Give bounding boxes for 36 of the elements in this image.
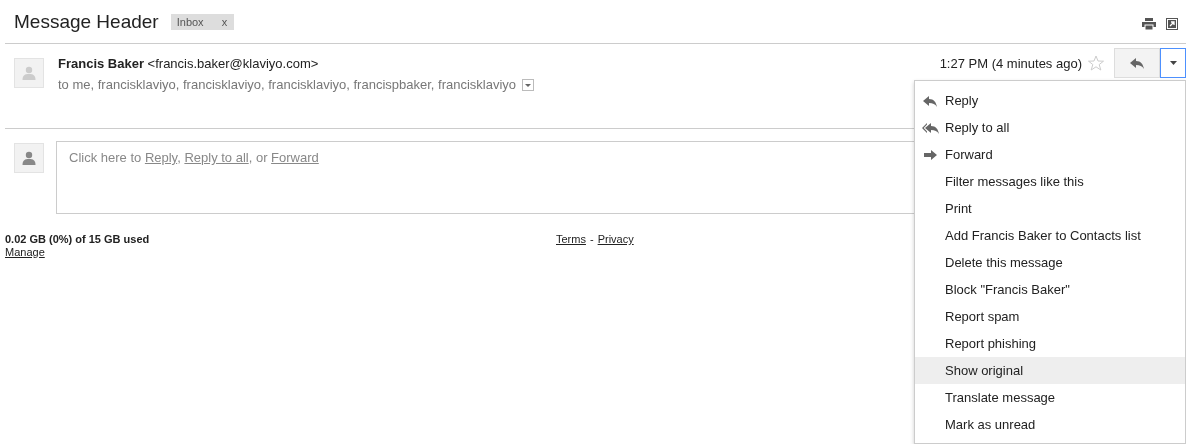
menu-item[interactable]: Mark as unread <box>915 411 1185 438</box>
more-options-button[interactable] <box>1160 48 1186 78</box>
menu-item[interactable]: Report spam <box>915 303 1185 330</box>
separator-text: - <box>589 233 594 247</box>
reply-link[interactable]: Forward <box>271 150 319 165</box>
menu-item[interactable]: Translate message <box>915 384 1185 411</box>
print-icon[interactable] <box>1142 17 1156 30</box>
terms-link[interactable]: Terms <box>556 233 586 259</box>
page-title: Message Header <box>14 10 159 33</box>
menu-item[interactable]: Show original <box>915 357 1185 384</box>
reply-icon <box>1130 57 1144 69</box>
recipients-text: to me, francisklaviyo, francisklaviyo, francisklaviyo, francispbaker, francisklaviyo <box>58 77 517 92</box>
star-icon[interactable] <box>1088 55 1104 71</box>
menu-item[interactable]: Block "Francis Baker" <box>915 276 1185 303</box>
person-icon <box>21 150 37 166</box>
forward-icon <box>923 148 937 161</box>
details-dropdown-icon[interactable] <box>522 79 535 91</box>
reply-link[interactable]: Reply to all <box>184 150 249 165</box>
privacy-link[interactable]: Privacy <box>597 233 634 259</box>
menu-item[interactable]: Reply <box>915 87 1185 114</box>
menu-item[interactable]: Reply to all <box>915 114 1185 141</box>
label-text: Inbox <box>176 15 204 28</box>
message-time: 1:27 PM (4 minutes ago) <box>939 55 1082 71</box>
reply-icon <box>923 94 937 107</box>
remove-label-button[interactable]: x <box>221 15 228 28</box>
manage-link[interactable]: Manage <box>5 246 45 258</box>
person-icon <box>21 65 37 81</box>
menu-item[interactable]: Report phishing <box>915 330 1185 357</box>
sender-line: Francis Baker <francis.baker@klaviyo.com> <box>58 56 320 72</box>
new-window-icon[interactable] <box>1166 17 1178 30</box>
reply-button[interactable] <box>1114 48 1160 78</box>
menu-item[interactable]: Add Francis Baker to Contacts list <box>915 222 1185 249</box>
storage-usage: 0.02 GB (0%) of 15 GB used <box>5 233 151 246</box>
menu-item[interactable]: Delete this message <box>915 249 1185 276</box>
caret-icon <box>1169 61 1177 65</box>
reply-all-icon <box>921 121 939 134</box>
